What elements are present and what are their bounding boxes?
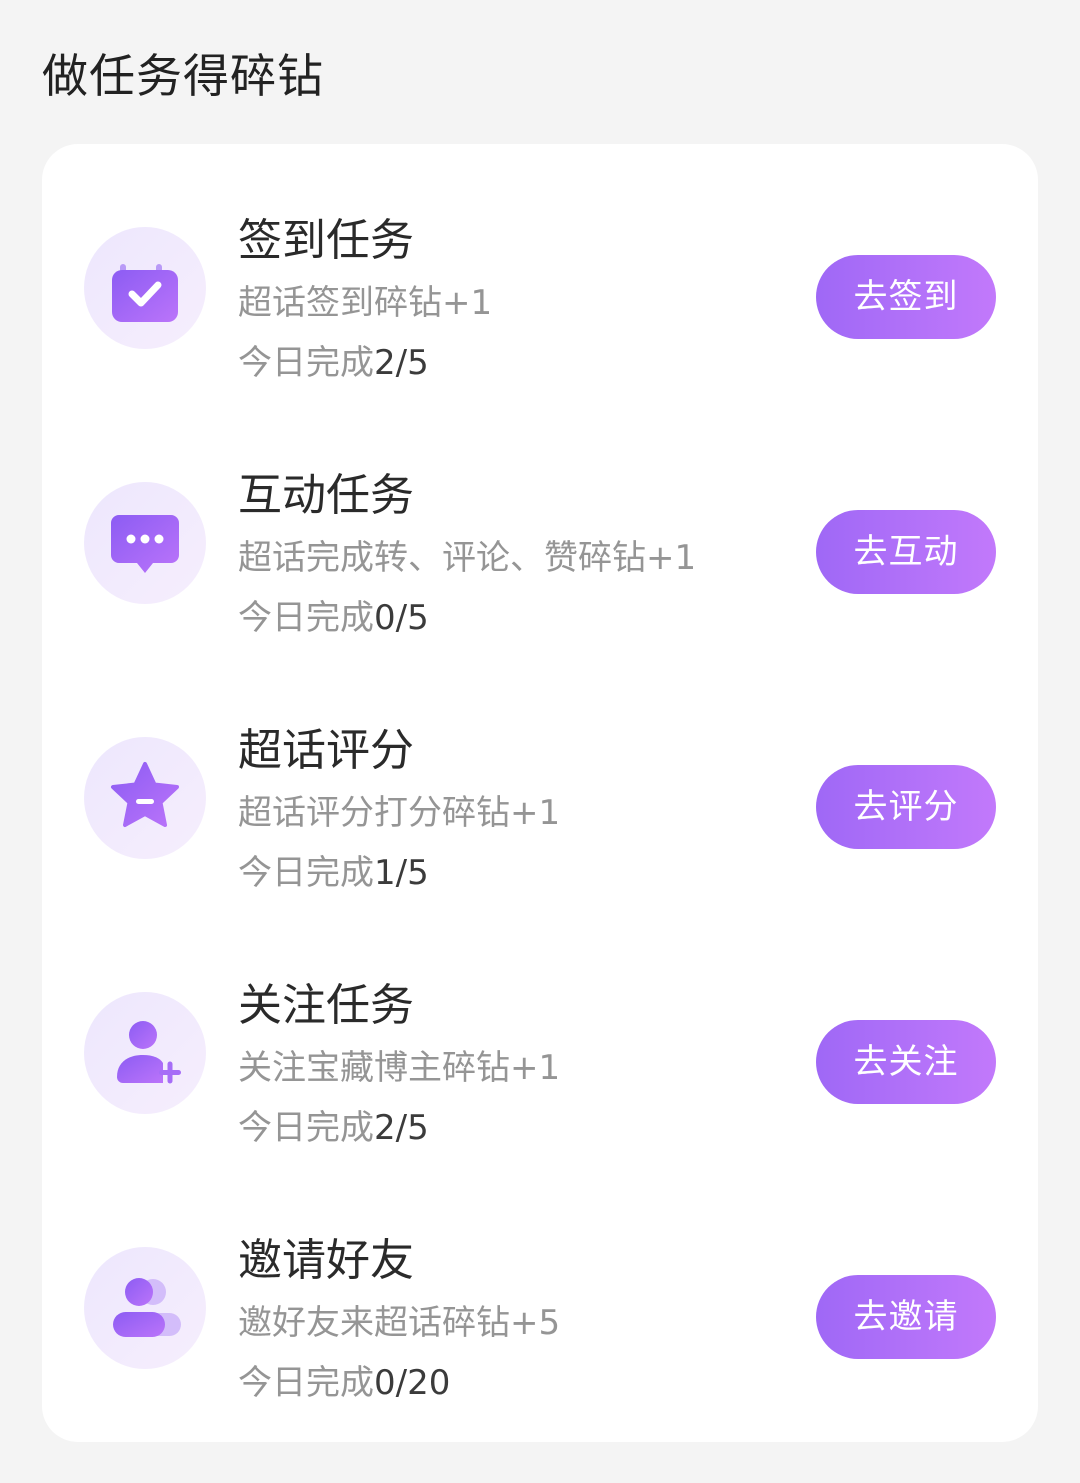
- task-item-rating: 超话评分 超话评分打分碎钻+1 今日完成1/5 去评分: [42, 714, 1038, 944]
- task-progress-label: 今日完成: [238, 598, 374, 638]
- task-progress: 今日完成0/20: [238, 1359, 450, 1407]
- task-progress-label: 今日完成: [238, 1108, 374, 1148]
- task-description: 邀好友来超话碎钻+5: [238, 1303, 561, 1343]
- task-progress: 今日完成2/5: [238, 1104, 429, 1152]
- task-progress-count: 0/20: [374, 1363, 451, 1403]
- calendar-check-icon: [84, 227, 206, 349]
- task-title: 互动任务: [238, 470, 414, 521]
- task-progress-count: 2/5: [374, 343, 429, 383]
- task-progress: 今日完成0/5: [238, 594, 429, 642]
- page-title: 做任务得碎钻: [42, 49, 324, 103]
- task-item-invite: 邀请好友 邀好友来超话碎钻+5 今日完成0/20 去邀请: [42, 1224, 1038, 1454]
- rate-button[interactable]: 去评分: [816, 765, 996, 849]
- task-item-follow: 关注任务 关注宝藏博主碎钻+1 今日完成2/5 去关注: [42, 969, 1038, 1199]
- task-description: 超话评分打分碎钻+1: [238, 793, 561, 833]
- interact-button[interactable]: 去互动: [816, 510, 996, 594]
- task-progress-count: 0/5: [374, 598, 429, 638]
- task-item-checkin: 签到任务 超话签到碎钻+1 今日完成2/5 去签到: [42, 204, 1038, 434]
- task-progress-count: 1/5: [374, 853, 429, 893]
- chat-bubble-icon: [84, 482, 206, 604]
- task-description: 超话签到碎钻+1: [238, 283, 493, 323]
- task-description: 超话完成转、评论、赞碎钻+1: [238, 538, 697, 578]
- task-title: 超话评分: [238, 725, 414, 776]
- task-title: 邀请好友: [238, 1235, 414, 1286]
- task-item-interact: 互动任务 超话完成转、评论、赞碎钻+1 今日完成0/5 去互动: [42, 459, 1038, 689]
- users-icon: [84, 1247, 206, 1369]
- task-progress-label: 今日完成: [238, 343, 374, 383]
- user-add-icon: [84, 992, 206, 1114]
- task-description: 关注宝藏博主碎钻+1: [238, 1048, 561, 1088]
- task-list-card: 签到任务 超话签到碎钻+1 今日完成2/5 去签到 互动任务 超话完成转、评论、…: [42, 144, 1038, 1442]
- invite-button[interactable]: 去邀请: [816, 1275, 996, 1359]
- task-progress-label: 今日完成: [238, 853, 374, 893]
- task-progress: 今日完成1/5: [238, 849, 429, 897]
- task-progress-label: 今日完成: [238, 1363, 374, 1403]
- star-icon: [84, 737, 206, 859]
- task-title: 关注任务: [238, 980, 414, 1031]
- checkin-button[interactable]: 去签到: [816, 255, 996, 339]
- follow-button[interactable]: 去关注: [816, 1020, 996, 1104]
- task-progress-count: 2/5: [374, 1108, 429, 1148]
- task-title: 签到任务: [238, 215, 414, 266]
- task-progress: 今日完成2/5: [238, 339, 429, 387]
